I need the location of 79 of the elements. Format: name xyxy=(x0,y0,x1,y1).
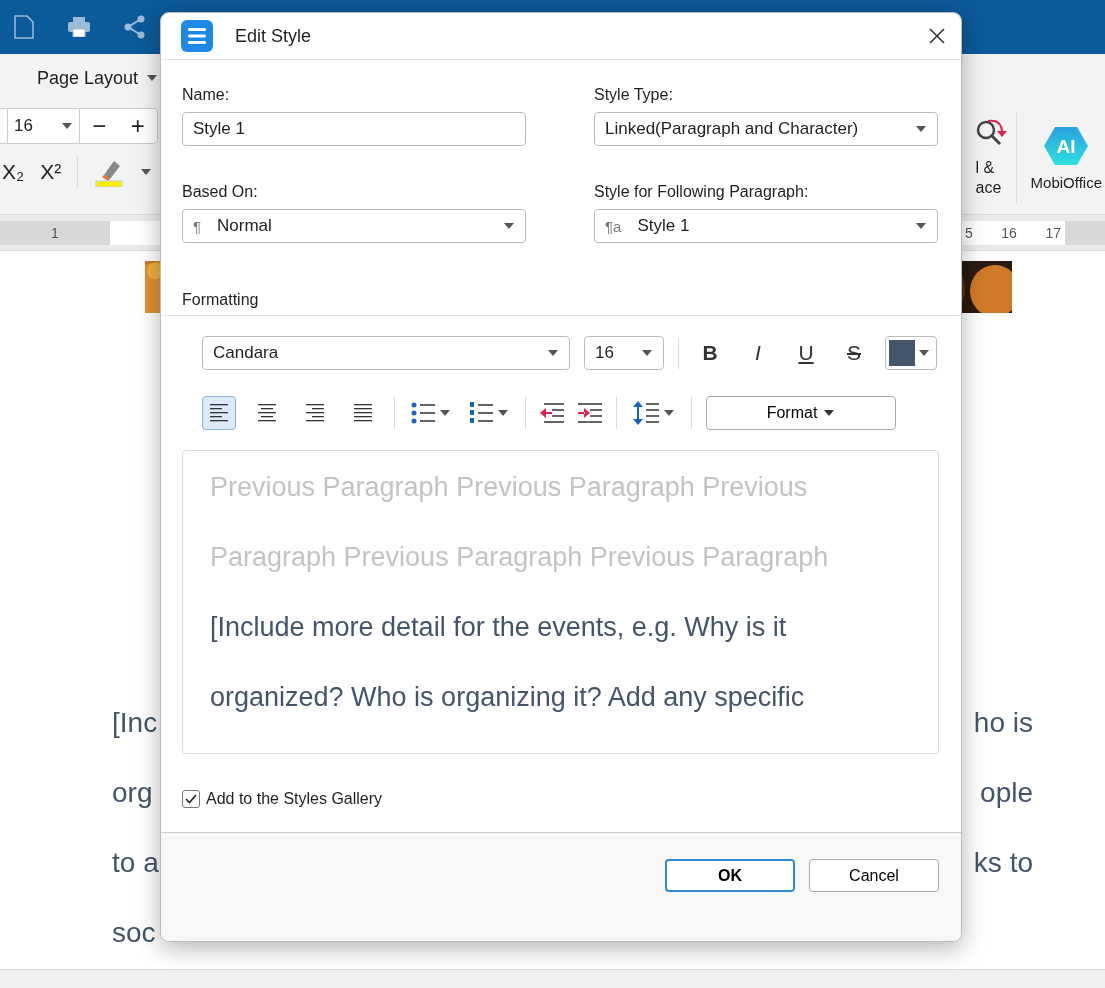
print-icon[interactable] xyxy=(68,17,90,37)
new-document-icon[interactable] xyxy=(14,15,34,39)
field-label: Style for Following Paragraph: xyxy=(594,183,810,202)
increase-font-button[interactable]: + xyxy=(126,112,149,140)
document-text: ople xyxy=(980,777,1033,810)
ruler-number: 17 xyxy=(1045,224,1061,241)
share-icon[interactable] xyxy=(124,15,146,39)
paragraph-mark: ¶ xyxy=(193,217,203,235)
preview-text: Previous Paragraph Previous Paragraph Previous xyxy=(210,471,809,504)
bullet-list-icon xyxy=(411,402,435,424)
bold-button[interactable]: B xyxy=(693,336,727,370)
numbered-list-icon xyxy=(469,402,493,424)
paragraph-mark: ¶a xyxy=(605,217,623,235)
document-text: to a xyxy=(112,847,159,880)
preview-text: Paragraph Previous Paragraph Previous Paragraph xyxy=(210,541,830,574)
find-replace-label: l & xyxy=(975,158,995,178)
underline-button[interactable]: U xyxy=(789,336,823,370)
app-icon xyxy=(181,20,213,52)
subscript-button[interactable]: X₂ xyxy=(2,160,25,184)
ruler-number: 16 xyxy=(1001,224,1017,241)
field-label: Style Type: xyxy=(594,86,674,105)
superscript-button[interactable]: X² xyxy=(40,160,62,184)
caret-icon xyxy=(503,222,515,230)
align-center-icon xyxy=(258,404,276,422)
caret-icon xyxy=(61,122,73,130)
caret-icon xyxy=(915,222,927,230)
ruler-number: 5 xyxy=(965,224,973,241)
document-text: ks to xyxy=(973,847,1033,880)
font-size-field[interactable]: 16 xyxy=(8,109,80,143)
caret-icon xyxy=(641,349,653,357)
caret-icon xyxy=(140,168,153,176)
field-label: Based On: xyxy=(182,183,259,202)
caret-icon xyxy=(146,74,159,82)
format-button[interactable]: Format xyxy=(706,396,896,430)
dropdown-field[interactable]: ¶ Normal xyxy=(182,209,526,243)
font-color-button[interactable] xyxy=(885,336,937,370)
align-right-icon xyxy=(306,404,324,422)
document-text: soc xyxy=(112,917,156,950)
size-dropdown[interactable]: 16 xyxy=(584,336,664,370)
ribbon-tab[interactable]: Page Layout xyxy=(37,66,159,90)
caret-icon xyxy=(823,409,836,417)
ok-button[interactable]: OK xyxy=(665,859,795,892)
cancel-button[interactable]: Cancel xyxy=(809,859,939,892)
ai-label: MobiOffice xyxy=(1030,173,1102,191)
caret-icon xyxy=(497,409,509,417)
section-label: Formatting xyxy=(182,291,260,310)
checkbox-label: Add to the Styles Gallery xyxy=(206,790,383,808)
font-dropdown[interactable]: Candara xyxy=(202,336,570,370)
align-left-icon xyxy=(210,404,228,422)
dialog-title: Edit Style xyxy=(235,25,313,47)
close-button[interactable] xyxy=(927,26,947,46)
dropdown-field[interactable]: Linked(Paragraph and Character) xyxy=(594,112,938,146)
caret-icon xyxy=(547,349,559,357)
increase-indent-icon[interactable] xyxy=(578,403,602,423)
caret-icon xyxy=(915,125,927,133)
italic-button[interactable]: I xyxy=(741,336,775,370)
caret-icon xyxy=(663,409,675,417)
preview-text: organized? Who is organizing it? Add any specific xyxy=(210,681,806,714)
dropdown-field[interactable]: ¶a Style 1 xyxy=(594,209,938,243)
decrease-indent-icon[interactable] xyxy=(540,403,564,423)
decrease-font-button[interactable]: − xyxy=(88,112,111,140)
document-text: [Inc xyxy=(112,707,158,740)
document-text: org xyxy=(112,777,153,810)
find-replace-label: ace xyxy=(975,178,1002,198)
ruler-number: 1 xyxy=(50,224,60,241)
preview-text: [Include more detail for the events, e.g. Why is it xyxy=(210,611,788,644)
caret-icon xyxy=(918,349,930,357)
input-field[interactable]: Style 1 xyxy=(182,112,526,146)
line-spacing-icon xyxy=(633,401,659,425)
checkbox[interactable] xyxy=(182,790,200,808)
align-justify-icon xyxy=(354,404,372,422)
check-icon xyxy=(185,794,197,804)
close-icon xyxy=(927,26,947,46)
document-text: ho is xyxy=(973,707,1033,740)
strikethrough-button[interactable]: S xyxy=(837,336,871,370)
align-left-button[interactable] xyxy=(202,396,236,430)
font-size-control[interactable]: 16 − + xyxy=(0,108,158,144)
field-label: Name: xyxy=(182,86,231,105)
caret-icon xyxy=(439,409,451,417)
